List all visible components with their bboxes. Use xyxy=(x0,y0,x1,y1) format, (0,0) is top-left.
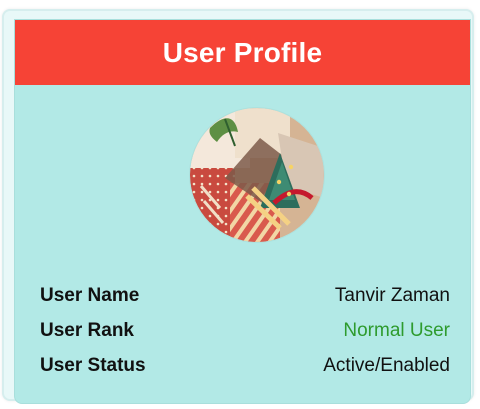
profile-card: User Profile User Name Tanvir Zaman User… xyxy=(14,19,471,404)
profile-card-frame: User Profile User Name Tanvir Zaman User… xyxy=(2,9,474,404)
profile-details: User Name Tanvir Zaman User Rank Normal … xyxy=(40,278,450,383)
profile-photo-icon xyxy=(190,108,324,242)
page-title: User Profile xyxy=(162,36,323,68)
user-rank-value: Normal User xyxy=(343,319,450,341)
user-status-row: User Status Active/Enabled xyxy=(40,348,450,383)
user-status-value: Active/Enabled xyxy=(323,354,450,376)
user-rank-label: User Rank xyxy=(40,319,134,341)
user-rank-row: User Rank Normal User xyxy=(40,313,450,348)
user-status-label: User Status xyxy=(40,354,146,376)
user-name-value: Tanvir Zaman xyxy=(334,284,450,306)
user-name-row: User Name Tanvir Zaman xyxy=(40,278,450,313)
user-name-label: User Name xyxy=(40,284,140,306)
profile-header: User Profile xyxy=(15,20,470,85)
avatar xyxy=(190,108,324,242)
